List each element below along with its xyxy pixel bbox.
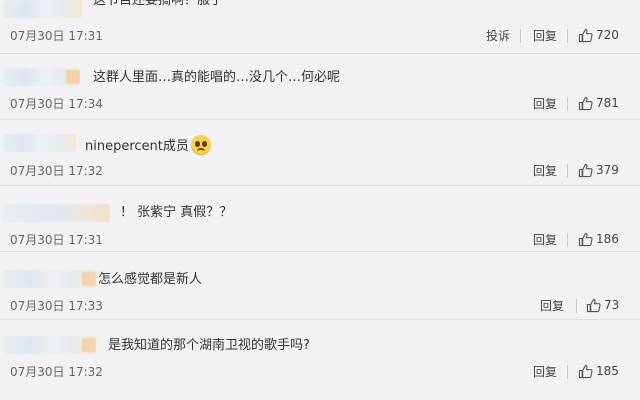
thumbs-up-icon (578, 96, 593, 110)
reply-button[interactable]: 回复 (533, 28, 557, 44)
action-divider (567, 164, 568, 178)
like-button[interactable]: 73 (586, 297, 619, 313)
blurred-username (2, 134, 76, 152)
action-divider (520, 29, 521, 43)
comment-item: 怎么感觉都是新人 07月30日 17:33 回复 73 (0, 254, 640, 320)
blurred-username (2, 0, 82, 18)
reply-button[interactable]: 回复 (533, 364, 557, 380)
thumbs-up-icon (578, 28, 593, 42)
blurred-username (2, 68, 80, 86)
like-count: 73 (604, 298, 620, 312)
like-count: 781 (596, 96, 619, 110)
thumbs-up-icon (586, 298, 601, 312)
reply-button[interactable]: 回复 (540, 298, 564, 314)
comment-text-content: ninepercent成员 (85, 139, 189, 154)
reply-button[interactable]: 回复 (533, 163, 557, 179)
action-divider (567, 97, 568, 111)
comment-text: ninepercent成员 (85, 135, 211, 156)
separator (0, 251, 640, 252)
like-count: 186 (596, 232, 619, 246)
comment-timestamp: 07月30日 17:34 (10, 97, 103, 111)
action-divider (567, 365, 568, 379)
separator (0, 319, 640, 320)
comment-text: 是我知道的那个湖南卫视的歌手吗? (108, 338, 310, 353)
crying-face-icon (190, 135, 211, 155)
blurred-username (2, 336, 96, 354)
blurred-username (2, 270, 96, 288)
like-button[interactable]: 781 (578, 95, 619, 111)
comment-text: 这节目还要搞啊？服了 (93, 0, 224, 8)
comment-timestamp: 07月30日 17:31 (10, 233, 103, 247)
comment-item: ！ 张紫宁 真假？？ 07月30日 17:31 回复 186 (0, 186, 640, 252)
thumbs-up-icon (578, 232, 593, 246)
action-divider (576, 299, 577, 313)
comment-timestamp: 07月30日 17:33 (10, 299, 103, 313)
like-button[interactable]: 186 (578, 231, 619, 247)
blurred-username (2, 204, 110, 222)
like-button[interactable]: 185 (578, 363, 619, 379)
thumbs-up-icon (578, 163, 593, 177)
action-divider (567, 29, 568, 43)
like-button[interactable]: 720 (578, 27, 619, 43)
reply-button[interactable]: 回复 (533, 96, 557, 112)
comment-item: 这群人里面…真的能唱的…没几个…何必呢 07月30日 17:34 回复 781 (0, 54, 640, 120)
comment-item: 是我知道的那个湖南卫视的歌手吗? 07月30日 17:32 回复 185 (0, 322, 640, 388)
like-count: 379 (596, 163, 619, 177)
like-count: 185 (596, 364, 619, 378)
comment-item: 这节目还要搞啊？服了 07月30日 17:31 投诉 回复 720 (0, 0, 640, 54)
comment-text: 怎么感觉都是新人 (98, 272, 203, 287)
comment-item: ninepercent成员 07月30日 17:32 回复 379 (0, 120, 640, 186)
action-divider (567, 233, 568, 247)
comment-text: 这群人里面…真的能唱的…没几个…何必呢 (93, 70, 341, 85)
comment-timestamp: 07月30日 17:31 (10, 29, 103, 43)
reply-button[interactable]: 回复 (533, 232, 557, 248)
thumbs-up-icon (578, 364, 593, 378)
comment-timestamp: 07月30日 17:32 (10, 164, 103, 178)
comment-text: ！ 张紫宁 真假？？ (120, 205, 233, 220)
like-count: 720 (596, 28, 619, 42)
report-button[interactable]: 投诉 (486, 28, 510, 44)
comment-timestamp: 07月30日 17:32 (10, 365, 103, 379)
like-button[interactable]: 379 (578, 162, 619, 178)
